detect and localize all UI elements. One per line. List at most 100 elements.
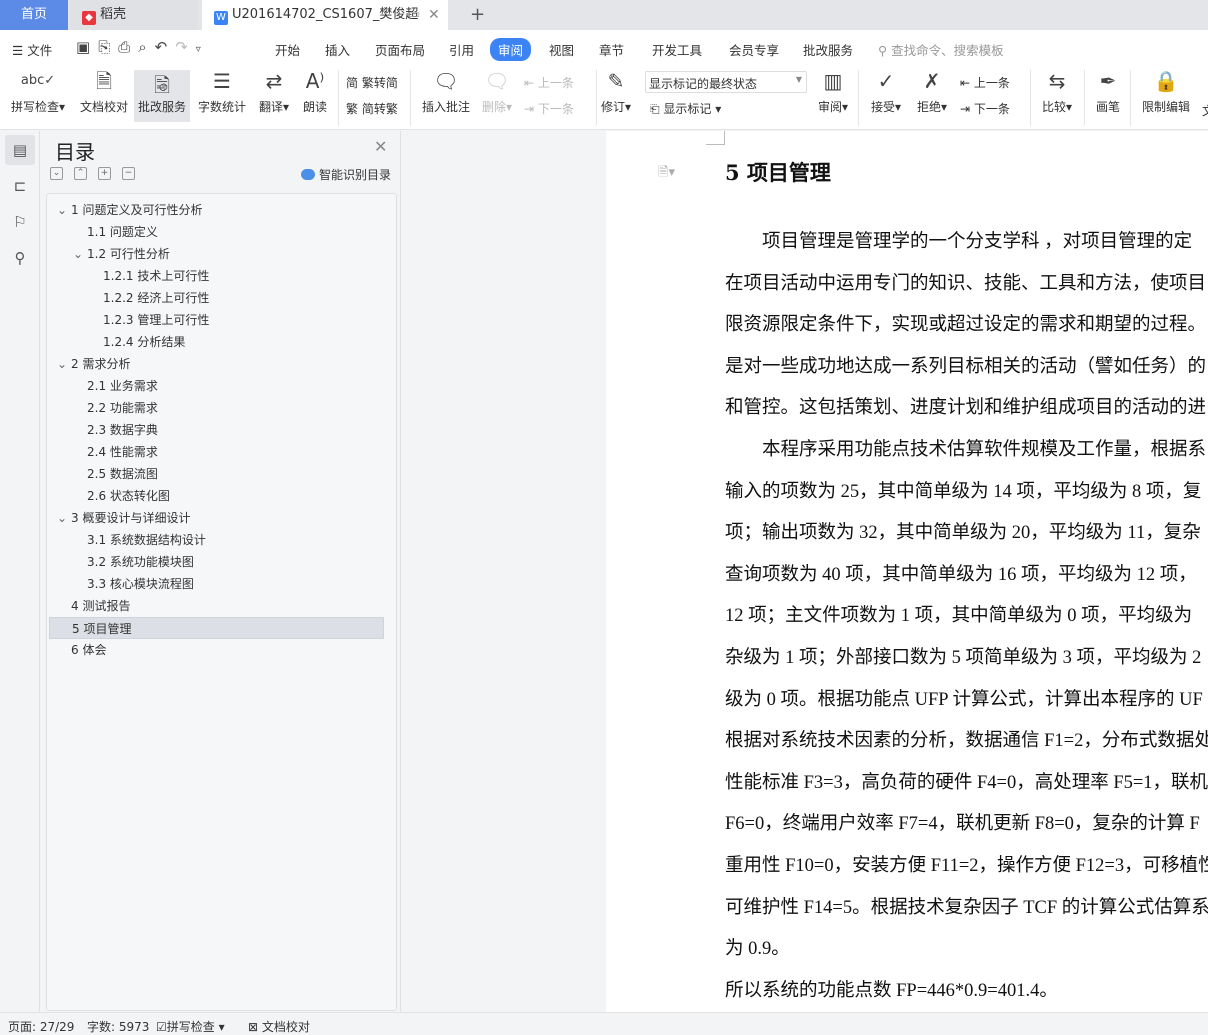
close-icon[interactable]: ✕ — [374, 137, 387, 156]
navigation-icon[interactable]: ⊏ — [5, 171, 35, 201]
spell-check-button[interactable]: abc✓ 拼写检查▾ — [8, 66, 68, 115]
toc-item[interactable]: 2.4 性能需求 — [73, 441, 158, 463]
prev-icon: ⇤ — [960, 76, 974, 90]
file-menu[interactable]: ☰ 文件 — [12, 40, 52, 59]
toc-item[interactable]: 2.1 业务需求 — [73, 375, 158, 397]
more-button[interactable]: 文 — [1198, 102, 1208, 119]
paragraph-menu-icon[interactable]: 🗎▾ — [658, 163, 675, 185]
command-search[interactable]: ⚲ 查找命令、搜索模板 — [878, 40, 1004, 59]
correct-service-button[interactable]: 🗟 批改服务 — [134, 70, 190, 122]
next-change-button[interactable]: ⇥ 下一条 — [960, 100, 1010, 117]
menu-view[interactable]: 视图 — [549, 40, 574, 59]
t2s-button[interactable]: 简 繁转简 — [346, 74, 398, 91]
markup-display-select[interactable]: 显示标记的最终状态 ▼ — [645, 71, 807, 93]
label: 拼写检查 — [166, 1020, 215, 1034]
chevron-down-icon[interactable]: ▿ — [196, 44, 209, 55]
menu-start[interactable]: 开始 — [275, 40, 300, 59]
expand-all-icon[interactable]: ⌄ — [50, 167, 63, 180]
prev-change-button[interactable]: ⇤ 上一条 — [960, 74, 1010, 91]
proofread-status[interactable]: ⊠ 文档校对 — [248, 1018, 310, 1035]
search-icon[interactable]: ⚲ — [5, 243, 35, 273]
toc-item[interactable]: 1.2.4 分析结果 — [89, 331, 185, 353]
toc-item[interactable]: 1.2.1 技术上可行性 — [89, 265, 209, 287]
toc-item[interactable]: 3.1 系统数据结构设计 — [73, 529, 206, 551]
toc-item-label: 2.6 状态转化图 — [87, 489, 170, 503]
toc-item[interactable]: 5 项目管理 — [49, 617, 384, 639]
preview-icon[interactable]: ⌕ — [138, 38, 154, 56]
document-page[interactable]: 🗎▾ 5 项目管理 项目管理是管理学的一个分支学科 ，对项目管理的定 在项目活动中… — [606, 131, 1208, 1012]
undo-icon[interactable]: ↶ — [155, 38, 176, 56]
word-count[interactable]: 字数: 5973 — [87, 1018, 149, 1035]
tab-home[interactable]: 首页 — [0, 0, 68, 30]
toc-item[interactable]: 3.3 核心模块流程图 — [73, 573, 194, 595]
track-changes-button[interactable]: ✎ 修订▾ — [598, 66, 634, 115]
review-pane-button[interactable]: ▥ 审阅▾ — [812, 66, 854, 115]
spell-check-icon: ☑ — [156, 1020, 167, 1034]
remove-level-icon[interactable]: − — [122, 167, 135, 180]
text-line: 是对一些成功地达成一系列目标相关的活动（譬如任务）的 — [725, 356, 1207, 377]
menu-member[interactable]: 会员专享 — [729, 40, 779, 59]
tab-document[interactable]: W U201614702_CS1607_樊俊超 ▭ ✕ — [202, 0, 448, 30]
toc-item[interactable]: 2.5 数据流图 — [73, 463, 158, 485]
label: 简转繁 — [361, 102, 398, 116]
label: 限制编辑 — [1141, 100, 1190, 114]
reject-button[interactable]: ✗ 拒绝▾ — [912, 66, 952, 115]
tab-daoke[interactable]: ◆ 稻壳 — [70, 0, 198, 30]
add-level-icon[interactable]: + — [98, 167, 111, 180]
chevron-down-icon[interactable]: ⌄ — [57, 507, 71, 529]
toc-item[interactable]: 1.2.3 管理上可行性 — [89, 309, 209, 331]
next-comment-button[interactable]: ⇥ 下一条 — [524, 100, 574, 117]
page-indicator[interactable]: 页面: 27/29 — [8, 1018, 74, 1035]
collapse-all-icon[interactable]: ⌃ — [74, 167, 87, 180]
toc-item[interactable]: 2.2 功能需求 — [73, 397, 158, 419]
save-icon[interactable]: ▣ — [76, 38, 98, 56]
divider — [338, 70, 339, 126]
menu-devtools[interactable]: 开发工具 — [652, 40, 702, 59]
menu-review[interactable]: 审阅 — [490, 38, 532, 61]
delete-comment-button[interactable]: 🗨 删除▾ — [478, 66, 516, 115]
chevron-down-icon[interactable]: ⌄ — [57, 199, 71, 221]
export-icon[interactable]: ⎘ — [98, 38, 118, 56]
menu-insert[interactable]: 插入 — [325, 40, 350, 59]
new-tab-button[interactable]: + — [458, 0, 485, 30]
menu-section[interactable]: 章节 — [599, 40, 624, 59]
toc-item[interactable]: 6 体会 — [57, 639, 106, 661]
label: 显示标记 — [663, 102, 712, 116]
toc-item[interactable]: ⌄ 2 需求分析 — [57, 353, 130, 375]
show-markup-button[interactable]: ⎗ 显示标记 ▾ — [650, 100, 721, 117]
menu-layout[interactable]: 页面布局 — [375, 40, 425, 59]
toc-item[interactable]: 1.1 问题定义 — [73, 221, 158, 243]
toc-item[interactable]: ⌄ 3 概要设计与详细设计 — [57, 507, 190, 529]
toc-item[interactable]: 4 测试报告 — [57, 595, 130, 617]
s2t-button[interactable]: 繁 简转繁 — [346, 100, 398, 117]
print-icon[interactable]: ⎙ — [118, 38, 138, 56]
restrict-edit-button[interactable]: 🔒 限制编辑 — [1136, 66, 1196, 115]
chevron-down-icon[interactable]: ⌄ — [73, 243, 87, 265]
pen-button[interactable]: ✒ 画笔 — [1090, 66, 1126, 115]
close-tab-icon[interactable]: ✕ — [428, 0, 440, 30]
toc-item[interactable]: 1.2.2 经济上可行性 — [89, 287, 209, 309]
prev-comment-button[interactable]: ⇤ 上一条 — [524, 74, 574, 91]
toc-item[interactable]: 3.2 系统功能模块图 — [73, 551, 194, 573]
toc-item[interactable]: ⌄ 1.2 可行性分析 — [73, 243, 170, 265]
smart-toc-button[interactable]: 智能识别目录 — [301, 166, 391, 183]
accept-button[interactable]: ✓ 接受▾ — [866, 66, 906, 115]
redo-icon[interactable]: ↷ — [175, 38, 196, 56]
read-aloud-button[interactable]: A⁾ 朗读 — [298, 66, 332, 115]
translate-button[interactable]: ⇄ 翻译▾ — [254, 66, 294, 115]
menu-reference[interactable]: 引用 — [449, 40, 474, 59]
pin-icon[interactable]: ▭ — [408, 0, 420, 30]
insert-comment-button[interactable]: 🗨 插入批注 — [418, 66, 474, 115]
compare-button[interactable]: ⇆ 比较▾ — [1036, 66, 1078, 115]
quick-access-toolbar[interactable]: ▣⎘⎙⌕↶↷▿ — [76, 38, 209, 56]
word-count-button[interactable]: ☰ 字数统计 — [194, 66, 250, 115]
bookmark-icon[interactable]: ⚐ — [5, 207, 35, 237]
chevron-down-icon[interactable]: ⌄ — [57, 353, 71, 375]
toc-item[interactable]: 2.6 状态转化图 — [73, 485, 170, 507]
toc-item[interactable]: ⌄ 1 问题定义及可行性分析 — [57, 199, 202, 221]
toc-item[interactable]: 2.3 数据字典 — [73, 419, 158, 441]
proofread-button[interactable]: 🗎 文档校对 — [76, 66, 132, 115]
toc-icon[interactable]: ▤ — [5, 135, 35, 165]
spell-check-status[interactable]: ☑拼写检查 ▾ — [156, 1018, 225, 1035]
menu-correct[interactable]: 批改服务 — [803, 40, 853, 59]
